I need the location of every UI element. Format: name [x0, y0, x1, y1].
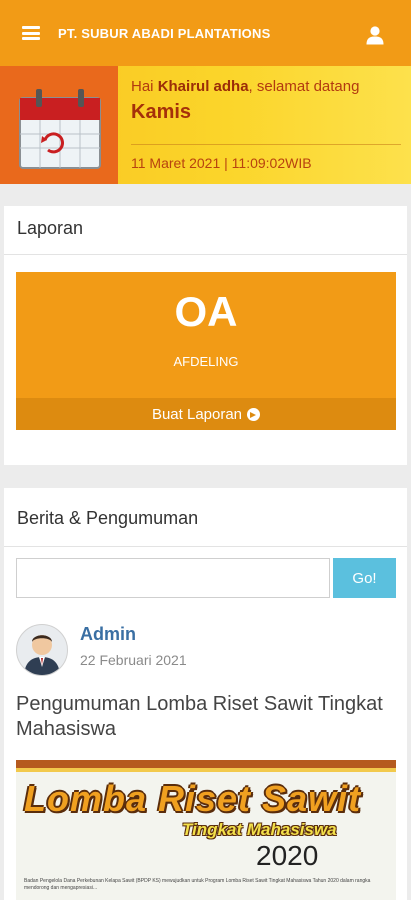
search-bar: Go!	[16, 558, 396, 600]
greeting-text: Hai Khairul adha, selamat datang	[131, 78, 360, 95]
card-divider	[4, 546, 407, 547]
post-title[interactable]: Pengumuman Lomba Riset Sawit Tingkat Mah…	[16, 692, 396, 742]
card-divider	[4, 254, 407, 255]
berita-card: Berita & Pengumuman Go! Admin 22 Februar…	[4, 488, 407, 900]
welcome-banner: Hai Khairul adha, selamat datang Kamis 1…	[0, 66, 411, 184]
search-input[interactable]	[16, 558, 330, 598]
user-name: Khairul adha	[157, 78, 249, 95]
admin-avatar-icon	[24, 635, 60, 675]
hamburger-menu-icon[interactable]	[22, 26, 40, 40]
berita-title: Berita & Pengumuman	[17, 508, 199, 528]
buat-laporan-button[interactable]: Buat Laporan	[16, 398, 396, 430]
post-author[interactable]: Admin	[80, 624, 136, 645]
user-icon[interactable]	[365, 25, 385, 45]
avatar	[16, 624, 68, 676]
buat-laporan-label: Buat Laporan	[151, 405, 243, 423]
poster-year: 2020	[256, 840, 319, 871]
laporan-title: Laporan	[17, 218, 84, 238]
post-image[interactable]: Lomba Riset Sawit Tingkat Mahasiswa 2020…	[16, 760, 396, 900]
arrow-circle-right-icon	[247, 407, 261, 421]
app-header: PT. SUBUR ABADI PLANTATIONS	[0, 0, 411, 66]
poster-title: Lomba Riset Sawit	[24, 778, 362, 819]
post-date: 22 Februari 2021	[80, 652, 187, 668]
date-time: 11 Maret 2021 | 11:09:02WIB	[131, 155, 312, 171]
poster-subtitle: Tingkat Mahasiswa	[182, 820, 337, 839]
tile-code: OA	[174, 288, 238, 335]
banner-divider	[131, 144, 401, 145]
oa-afdeling-tile[interactable]: OA AFDELING Buat Laporan	[16, 272, 396, 430]
poster-caption: Badan Pengelola Dana Perkebunan Kelapa S…	[24, 878, 371, 891]
poster-bar	[16, 760, 396, 768]
go-button[interactable]: Go!	[333, 558, 396, 598]
company-name: PT. SUBUR ABADI PLANTATIONS	[58, 25, 271, 41]
calendar-panel	[0, 66, 118, 184]
tile-label: AFDELING	[173, 354, 239, 369]
day-name: Kamis	[131, 101, 192, 123]
calendar-icon	[19, 89, 101, 169]
laporan-card: Laporan OA AFDELING Buat Laporan	[4, 206, 407, 465]
